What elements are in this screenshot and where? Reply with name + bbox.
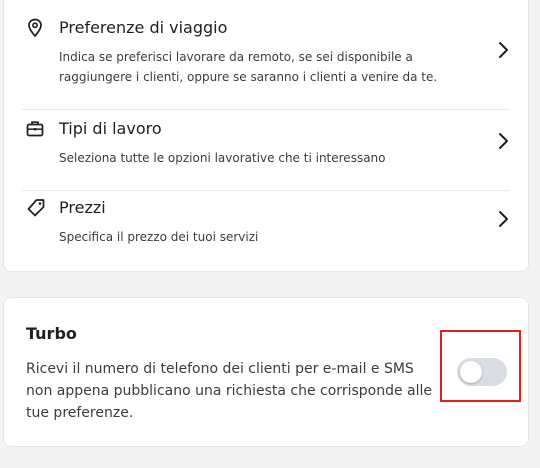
chevron-right-icon[interactable] [496, 41, 510, 59]
map-pin-icon [26, 18, 44, 38]
chevron-right-icon[interactable] [496, 132, 510, 150]
job-types-row[interactable]: Tipi di lavoro Seleziona tutte le opzion… [22, 119, 510, 179]
turbo-card: Turbo Ricevi il numero di telefono dei c… [3, 297, 529, 447]
turbo-description: Ricevi il numero di telefono dei clienti… [26, 361, 433, 421]
divider [22, 109, 510, 110]
briefcase-icon [26, 119, 44, 139]
travel-preferences-description: Indica se preferisci lavorare da remoto,… [59, 50, 438, 84]
prices-description: Specifica il prezzo dei tuoi servizi [59, 230, 259, 244]
settings-card: Preferenze di viaggio Indica se preferis… [3, 0, 529, 272]
turbo-title: Turbo [26, 324, 77, 343]
job-types-description: Seleziona tutte le opzioni lavorative ch… [59, 151, 386, 165]
prices-title: Prezzi [59, 198, 106, 217]
prices-row[interactable]: Prezzi Specifica il prezzo dei tuoi serv… [22, 198, 510, 258]
job-types-title: Tipi di lavoro [59, 119, 162, 138]
chevron-right-icon[interactable] [496, 210, 510, 228]
travel-preferences-title: Preferenze di viaggio [59, 18, 228, 37]
toggle-knob [460, 361, 482, 383]
turbo-toggle[interactable] [457, 358, 507, 386]
price-tag-icon [26, 198, 45, 218]
divider [22, 190, 510, 191]
travel-preferences-row[interactable]: Preferenze di viaggio Indica se preferis… [22, 18, 510, 98]
